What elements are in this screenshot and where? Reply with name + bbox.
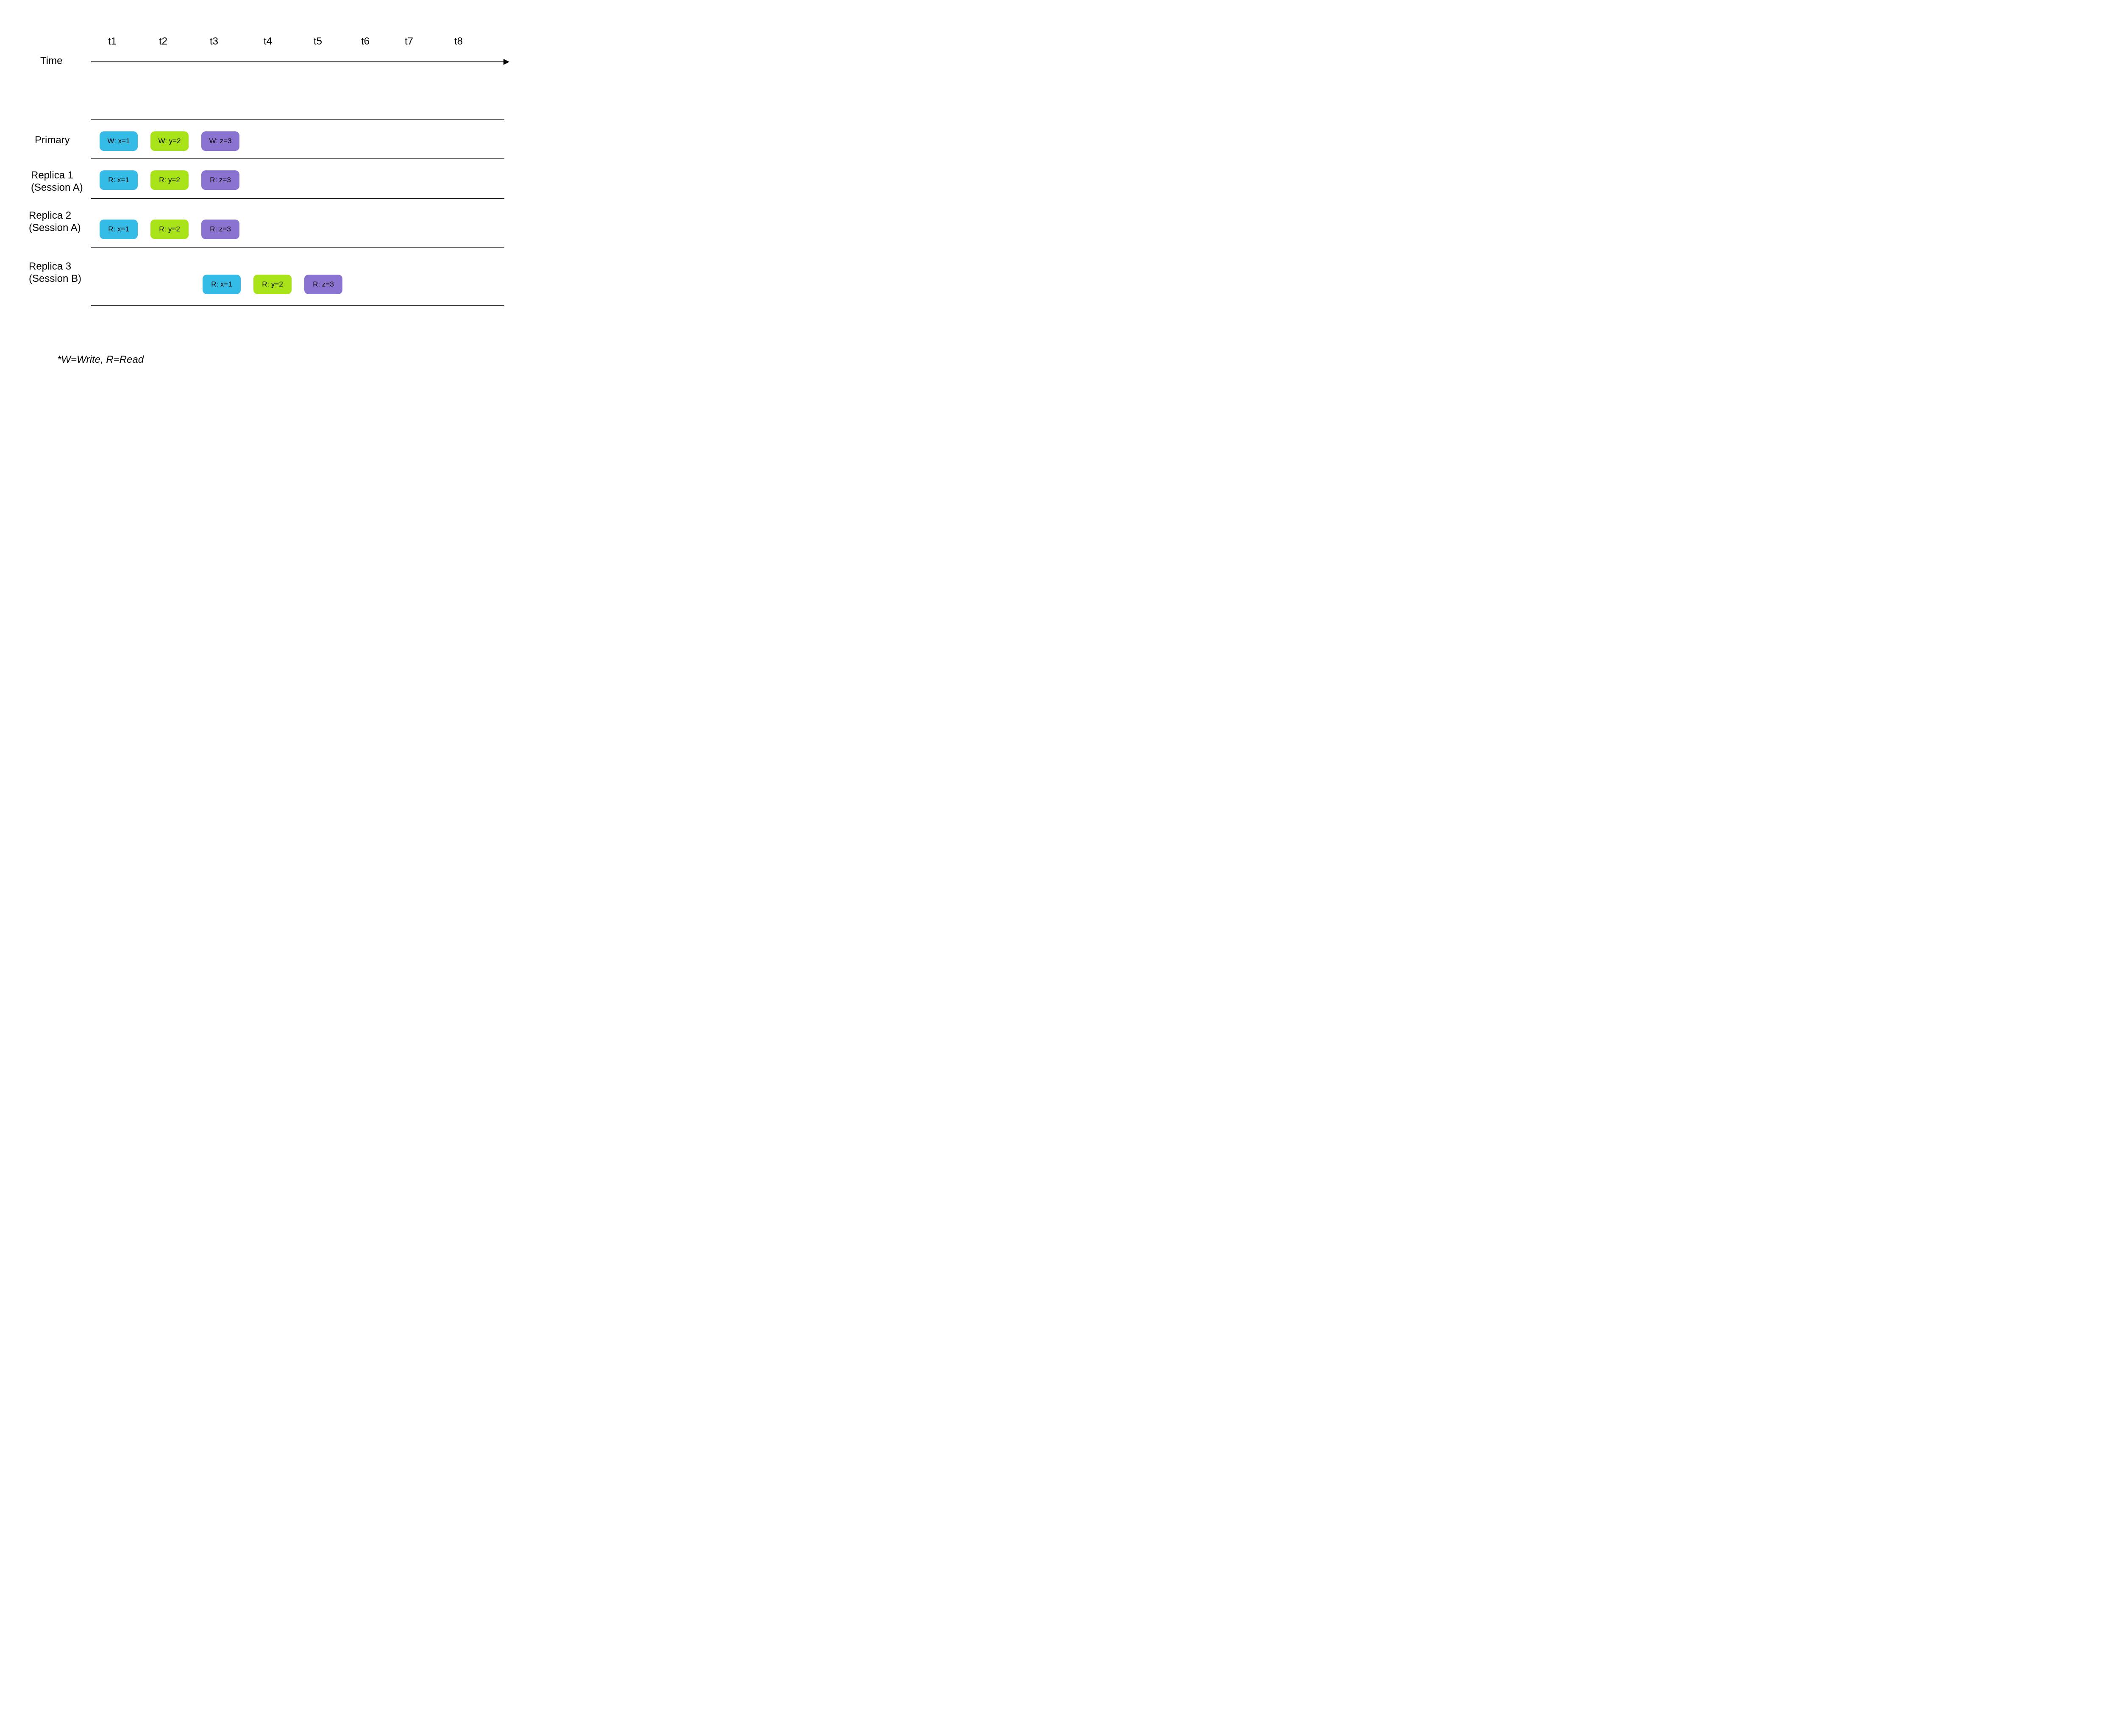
time-tick-t4: t4 <box>264 36 272 47</box>
legend-text: *W=Write, R=Read <box>57 354 144 366</box>
row-label-primary: Primary <box>35 134 70 147</box>
row-label-line: (Session A) <box>29 222 81 234</box>
separator-line <box>91 198 504 199</box>
time-tick-t8: t8 <box>454 36 463 47</box>
time-tick-t3: t3 <box>210 36 218 47</box>
time-tick-t6: t6 <box>361 36 370 47</box>
row-label-replica2: Replica 2 (Session A) <box>29 210 81 234</box>
op-replica1-2: R: y=2 <box>150 170 189 190</box>
row-label-line: Replica 1 <box>31 170 73 181</box>
op-replica2-3: R: z=3 <box>201 220 239 239</box>
row-label-replica1: Replica 1 (Session A) <box>31 170 83 194</box>
row-label-line: (Session B) <box>29 273 81 284</box>
time-tick-t5: t5 <box>314 36 322 47</box>
time-tick-t7: t7 <box>405 36 413 47</box>
separator-line <box>91 247 504 248</box>
op-primary-1: W: x=1 <box>100 131 138 151</box>
row-label-line: Replica 2 <box>29 210 71 221</box>
timeline-diagram: Time t1 t2 t3 t4 t5 t6 t7 t8 Primary Rep… <box>17 17 526 369</box>
op-primary-2: W: y=2 <box>150 131 189 151</box>
time-tick-t1: t1 <box>108 36 117 47</box>
op-replica3-3: R: z=3 <box>304 275 342 294</box>
op-replica2-1: R: x=1 <box>100 220 138 239</box>
row-label-line: Replica 3 <box>29 261 71 272</box>
op-replica2-2: R: y=2 <box>150 220 189 239</box>
separator-line <box>91 305 504 306</box>
time-axis-label: Time <box>40 55 62 67</box>
separator-line <box>91 119 504 120</box>
op-primary-3: W: z=3 <box>201 131 239 151</box>
op-replica3-2: R: y=2 <box>253 275 292 294</box>
op-replica1-3: R: z=3 <box>201 170 239 190</box>
row-label-replica3: Replica 3 (Session B) <box>29 261 81 285</box>
time-axis-arrow <box>91 61 504 62</box>
separator-line <box>91 158 504 159</box>
row-label-line: (Session A) <box>31 182 83 193</box>
time-tick-t2: t2 <box>159 36 167 47</box>
op-replica3-1: R: x=1 <box>203 275 241 294</box>
op-replica1-1: R: x=1 <box>100 170 138 190</box>
